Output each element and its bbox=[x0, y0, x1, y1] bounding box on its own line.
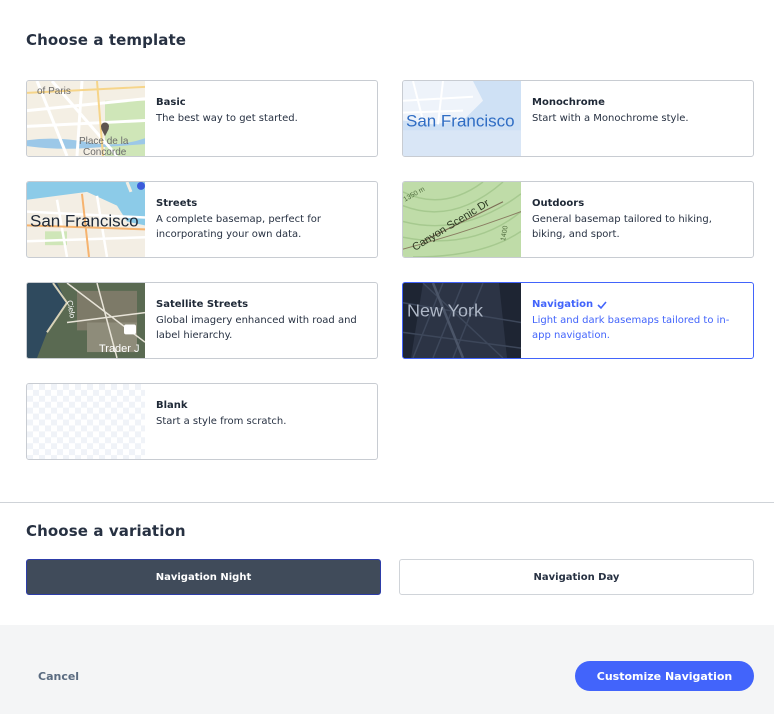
monochrome-map-label: San Francisco bbox=[406, 111, 515, 130]
template-card-navigation[interactable]: New York Navigation Light and dark basem… bbox=[402, 282, 754, 359]
basic-map-label-place: Place de la bbox=[79, 136, 129, 147]
template-name: Outdoors bbox=[532, 198, 585, 209]
basic-map-thumbnail: of Paris Place de la Concorde bbox=[27, 81, 145, 156]
cancel-button[interactable]: Cancel bbox=[38, 670, 79, 683]
variation-navigation-night-button[interactable]: Navigation Night bbox=[26, 559, 381, 595]
satellite-map-thumbnail: Cielo Trader J bbox=[27, 283, 145, 358]
template-description: The best way to get started. bbox=[156, 113, 298, 124]
basic-map-label-concorde: Concorde bbox=[83, 147, 127, 156]
variation-navigation-day-button[interactable]: Navigation Day bbox=[399, 559, 754, 595]
template-description: Light and dark basemaps tailored to in-a… bbox=[532, 315, 730, 341]
template-card-blank[interactable]: Blank Start a style from scratch. bbox=[26, 383, 378, 460]
streets-map-label: San Francisco bbox=[30, 212, 139, 231]
navigation-map-label: New York bbox=[407, 301, 483, 321]
choose-variation-title: Choose a variation bbox=[26, 522, 186, 540]
dialog-footer: Cancel Customize Navigation bbox=[0, 625, 774, 714]
template-description: Start with a Monochrome style. bbox=[532, 113, 689, 124]
template-name: Satellite Streets bbox=[156, 299, 249, 310]
template-card-satellite-streets[interactable]: Cielo Trader J Satellite Streets Global … bbox=[26, 282, 378, 359]
choose-template-title: Choose a template bbox=[26, 31, 186, 49]
template-card-streets[interactable]: San Francisco Streets A complete basemap… bbox=[26, 181, 378, 258]
template-name: Streets bbox=[156, 198, 198, 209]
navigation-map-thumbnail: New York bbox=[403, 283, 521, 358]
customize-navigation-button[interactable]: Customize Navigation bbox=[575, 661, 754, 691]
template-description: Start a style from scratch. bbox=[156, 416, 287, 427]
blank-thumbnail bbox=[27, 384, 145, 459]
basic-map-label-paris: of Paris bbox=[37, 86, 71, 97]
outdoors-map-thumbnail: 1350 m Canyon Scenic Dr 1400 bbox=[403, 182, 521, 257]
satellite-map-label-trader: Trader J bbox=[99, 343, 139, 355]
monochrome-map-thumbnail: San Francisco bbox=[403, 81, 521, 156]
template-description: A complete basemap, perfect for incorpor… bbox=[156, 214, 321, 240]
checkmark-icon bbox=[597, 300, 607, 309]
template-name-row: Navigation bbox=[532, 298, 743, 311]
template-card-outdoors[interactable]: 1350 m Canyon Scenic Dr 1400 Outdoors Ge… bbox=[402, 181, 754, 258]
template-name: Monochrome bbox=[532, 97, 605, 108]
template-description: Global imagery enhanced with road and la… bbox=[156, 315, 357, 341]
streets-map-thumbnail: San Francisco bbox=[27, 182, 145, 257]
template-description: General basemap tailored to hiking, biki… bbox=[532, 214, 712, 240]
section-divider bbox=[0, 502, 774, 503]
template-card-monochrome[interactable]: San Francisco Monochrome Start with a Mo… bbox=[402, 80, 754, 157]
template-name: Basic bbox=[156, 97, 186, 108]
template-name: Blank bbox=[156, 400, 188, 411]
template-name: Navigation bbox=[532, 299, 594, 310]
template-card-basic[interactable]: of Paris Place de la Concorde Basic The … bbox=[26, 80, 378, 157]
